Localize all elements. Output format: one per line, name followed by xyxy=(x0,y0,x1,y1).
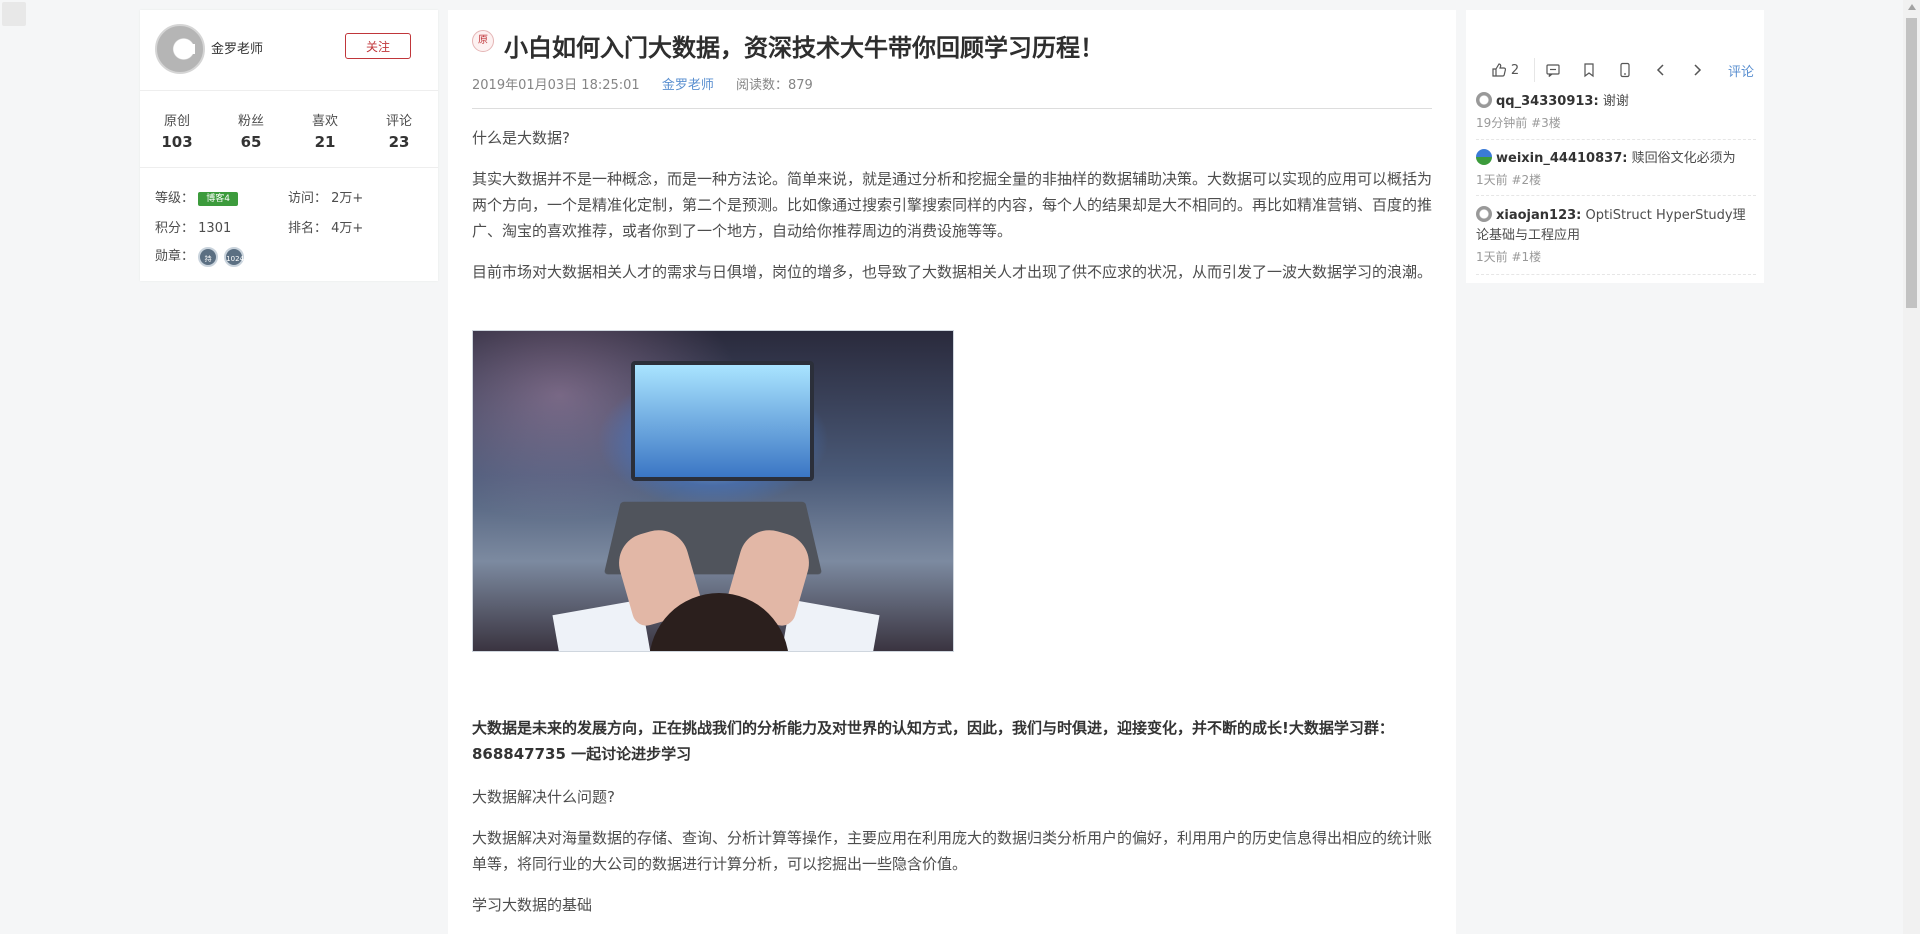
publish-date: 2019年01月03日 18:25:01 xyxy=(472,78,640,93)
comment-button[interactable] xyxy=(1535,50,1571,90)
medal-1024-icon[interactable]: 1024 xyxy=(224,246,245,267)
level-badge: 博客4 xyxy=(198,191,239,206)
stat-comments: 评论 23 xyxy=(362,110,436,151)
medals-label: 勋章： xyxy=(155,249,195,264)
comment-text: 谢谢 xyxy=(1598,94,1629,109)
stat-label: 喜欢 xyxy=(311,114,338,129)
author-profile-card: 金罗老师 关注 原创 103 粉丝 65 喜欢 21 评论 23 等级： 博客4… xyxy=(140,10,438,281)
comment-line: qq_34330913: 谢谢 xyxy=(1476,92,1756,112)
article-image xyxy=(472,330,954,652)
article-paragraph: 大数据解决什么问题? xyxy=(472,788,615,806)
author-name[interactable]: 金罗老师 xyxy=(211,38,263,57)
article-toolbar: 2 xyxy=(1476,50,1715,90)
commenter-avatar[interactable] xyxy=(1476,92,1492,108)
phone-icon xyxy=(1620,62,1630,78)
comment-item: xiaojan123: OptiStruct HyperStudy理论基础与工程… xyxy=(1476,206,1756,265)
comment-time: 1天前 #2楼 xyxy=(1476,173,1542,187)
prev-article-button[interactable] xyxy=(1643,50,1679,90)
rank-row: 排名： 4万+ xyxy=(288,217,363,236)
profile-divider xyxy=(140,90,438,91)
article-author-link[interactable]: 金罗老师 xyxy=(662,78,714,93)
points-row: 积分： 1301 xyxy=(155,217,231,236)
original-tag: 原 xyxy=(472,30,494,52)
medal-icon[interactable]: 持 xyxy=(198,246,219,267)
comment-divider xyxy=(1476,139,1756,141)
article-paragraph-bold: 大数据是未来的发展方向，正在挑战我们的分析能力及对世界的认知方式，因此，我们与时… xyxy=(472,719,1394,763)
page-corner-icon xyxy=(2,2,26,26)
commenter-avatar[interactable] xyxy=(1476,206,1492,222)
visits-row: 访问： 2万+ xyxy=(288,187,363,206)
mobile-view-button[interactable] xyxy=(1607,50,1643,90)
article-paragraph: 什么是大数据? xyxy=(472,129,570,147)
next-article-button[interactable] xyxy=(1679,50,1715,90)
comment-text: 赎回俗文化必须为 xyxy=(1627,151,1736,166)
chevron-left-icon xyxy=(1656,64,1664,76)
stat-label: 评论 xyxy=(385,114,412,129)
visits-value: 2万+ xyxy=(331,191,364,206)
stat-value: 21 xyxy=(314,133,336,151)
medals-row: 勋章： 持 1024 xyxy=(155,245,250,267)
rank-value: 4万+ xyxy=(331,221,364,236)
scroll-up-arrow-icon[interactable] xyxy=(1908,4,1916,10)
author-avatar[interactable] xyxy=(155,24,205,74)
article-paragraph: 大数据解决对海量数据的存储、查询、分析计算等操作，主要应用在利用庞大的数据归类分… xyxy=(472,829,1433,873)
article-paragraph: 其实大数据并不是一种概念，而是一种方法论。简单来说，就是通过分析和挖掘全量的非抽… xyxy=(472,170,1433,240)
comment-line: xiaojan123: OptiStruct HyperStudy理论基础与工程… xyxy=(1476,206,1756,246)
comment-divider xyxy=(1476,195,1756,197)
comments-link[interactable]: 评论 xyxy=(1728,61,1754,80)
comment-item: qq_34330913: 谢谢 19分钟前 #3楼 xyxy=(1476,92,1756,131)
points-value: 1301 xyxy=(198,221,232,236)
commenter-avatar[interactable] xyxy=(1476,149,1492,165)
like-count: 2 xyxy=(1510,62,1520,78)
comment-icon xyxy=(1546,64,1560,77)
stat-fans: 粉丝 65 xyxy=(214,110,288,151)
visits-label: 访问： xyxy=(288,191,328,206)
thumbs-up-icon xyxy=(1492,63,1506,77)
chevron-right-icon xyxy=(1694,64,1702,76)
laptop-screen xyxy=(631,361,814,481)
stat-likes: 喜欢 21 xyxy=(288,110,362,151)
level-label: 等级： xyxy=(155,191,195,206)
stat-original: 原创 103 xyxy=(140,110,214,151)
stat-label: 原创 xyxy=(163,114,190,129)
profile-stats: 原创 103 粉丝 65 喜欢 21 评论 23 xyxy=(140,110,438,151)
commenter-name[interactable]: qq_34330913: xyxy=(1496,94,1599,109)
comment-item: weixin_44410837: 赎回俗文化必须为 1天前 #2楼 xyxy=(1476,149,1756,188)
article-container: 原 小白如何入门大数据，资深技术大牛带你回顾学习历程！ 2019年01月03日 … xyxy=(448,10,1456,934)
stat-value: 23 xyxy=(388,133,410,151)
bookmark-button[interactable] xyxy=(1571,50,1607,90)
comment-time: 19分钟前 #3楼 xyxy=(1476,116,1561,130)
profile-divider xyxy=(140,167,438,168)
page-scrollbar[interactable] xyxy=(1903,0,1920,934)
commenter-name[interactable]: xiaojan123: xyxy=(1496,208,1581,223)
comment-line: weixin_44410837: 赎回俗文化必须为 xyxy=(1476,149,1756,169)
title-divider xyxy=(472,108,1432,109)
comment-divider xyxy=(1476,274,1756,276)
scrollbar-thumb[interactable] xyxy=(1906,18,1917,308)
points-label: 积分： xyxy=(155,221,195,236)
stat-value: 65 xyxy=(240,133,262,151)
commenter-name[interactable]: weixin_44410837: xyxy=(1496,151,1627,166)
stat-value: 103 xyxy=(161,133,193,151)
level-row: 等级： 博客4 xyxy=(155,187,239,206)
like-button[interactable]: 2 xyxy=(1476,50,1534,90)
bookmark-icon xyxy=(1584,63,1594,78)
article-title: 小白如何入门大数据，资深技术大牛带你回顾学习历程！ xyxy=(504,34,1104,62)
rank-label: 排名： xyxy=(288,221,328,236)
comment-time: 1天前 #1楼 xyxy=(1476,250,1542,264)
article-paragraph: 目前市场对大数据相关人才的需求与日俱增，岗位的增多，也导致了大数据相关人才出现了… xyxy=(472,263,1433,281)
read-count: 阅读数：879 xyxy=(735,78,813,93)
article-meta: 2019年01月03日 18:25:01 金罗老师 阅读数：879 xyxy=(472,74,813,93)
stat-label: 粉丝 xyxy=(237,114,264,129)
follow-button[interactable]: 关注 xyxy=(345,33,411,59)
article-paragraph: 学习大数据的基础 xyxy=(472,896,593,914)
